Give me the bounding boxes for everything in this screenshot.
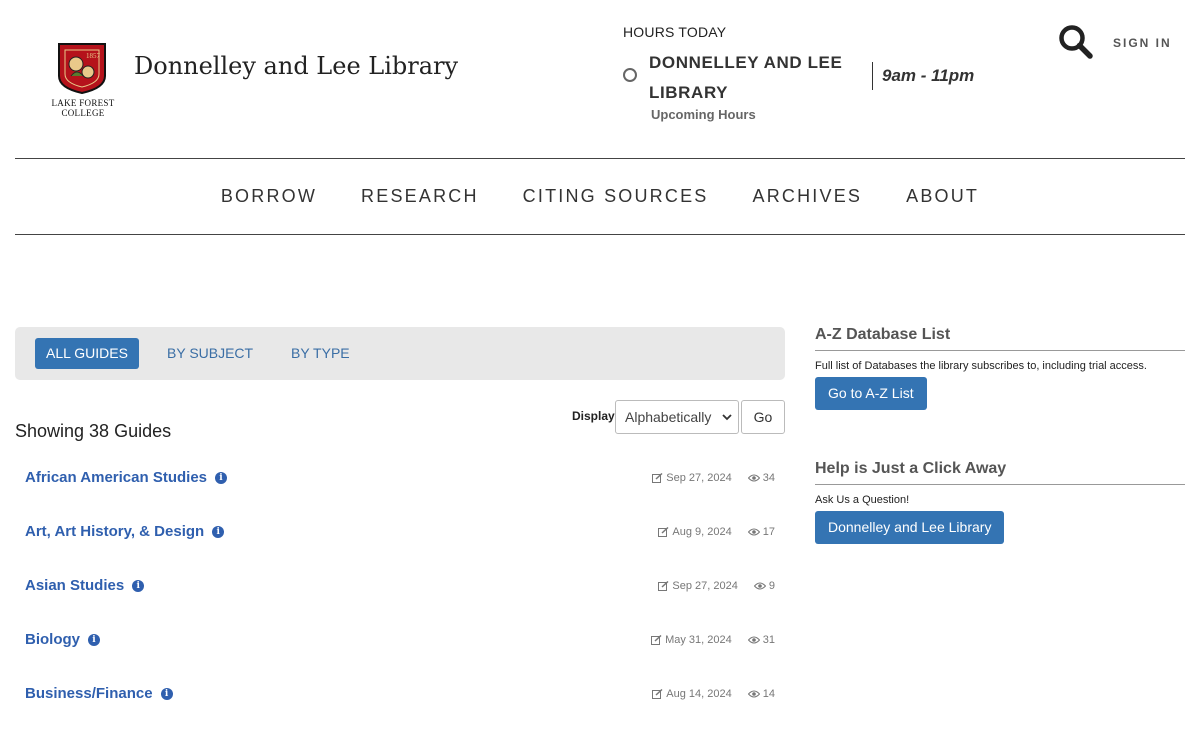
info-icon[interactable]: i bbox=[215, 472, 227, 485]
sign-in-link[interactable]: SIGN IN bbox=[1113, 36, 1172, 50]
svg-text:1857: 1857 bbox=[86, 52, 101, 60]
nav-item-citing-sources[interactable]: CITING SOURCES bbox=[523, 186, 709, 207]
search-icon bbox=[1059, 25, 1093, 59]
hours-location[interactable]: DONNELLEY AND LEE LIBRARY bbox=[649, 48, 859, 108]
list-item: Art, Art History, & Design i Aug 9, 2024 … bbox=[15, 523, 785, 553]
eye-icon bbox=[747, 474, 760, 482]
info-icon[interactable]: i bbox=[132, 580, 145, 593]
guide-meta: May 31, 2024 31 bbox=[651, 634, 775, 646]
guide-tabs: ALL GUIDES BY SUBJECT BY TYPE bbox=[15, 327, 785, 380]
az-description: Full list of Databases the library subsc… bbox=[815, 360, 1147, 372]
help-divider bbox=[815, 484, 1185, 485]
eye-icon bbox=[753, 582, 766, 590]
guide-meta: Aug 9, 2024 17 bbox=[658, 526, 775, 538]
info-icon[interactable]: i bbox=[88, 634, 100, 647]
display-select-value: Alphabetically bbox=[625, 409, 712, 425]
search-button[interactable] bbox=[1058, 24, 1094, 60]
list-item: Biology i May 31, 2024 31 bbox=[15, 631, 785, 661]
status-circle-icon bbox=[623, 68, 637, 82]
nav-item-about[interactable]: ABOUT bbox=[906, 186, 979, 207]
upcoming-hours-link[interactable]: Upcoming Hours bbox=[651, 107, 756, 122]
nav-item-borrow[interactable]: BORROW bbox=[221, 186, 317, 207]
edit-icon bbox=[652, 473, 663, 483]
tab-by-type[interactable]: BY TYPE bbox=[291, 338, 350, 369]
eye-icon bbox=[747, 690, 760, 698]
guide-link[interactable]: Asian Studies i bbox=[25, 577, 145, 594]
info-icon[interactable]: i bbox=[212, 526, 225, 539]
chevron-down-icon bbox=[722, 414, 732, 421]
go-button[interactable]: Go bbox=[741, 400, 785, 434]
guide-link[interactable]: Business/Finance i bbox=[25, 685, 173, 702]
guide-meta: Aug 14, 2024 14 bbox=[652, 688, 775, 700]
display-label: Display bbox=[572, 409, 615, 423]
guide-count: Showing 38 Guides bbox=[15, 421, 172, 441]
help-title: Help is Just a Click Away bbox=[815, 460, 1007, 477]
eye-icon bbox=[747, 528, 760, 536]
list-item: Asian Studies i Sep 27, 2024 9 bbox=[15, 577, 785, 607]
edit-icon bbox=[658, 527, 669, 537]
hours-time: 9am - 11pm bbox=[882, 66, 975, 85]
tab-by-subject[interactable]: BY SUBJECT bbox=[167, 338, 253, 369]
nav-item-research[interactable]: RESEARCH bbox=[361, 186, 479, 207]
nav-divider-bottom bbox=[15, 234, 1185, 235]
tab-all-guides[interactable]: ALL GUIDES bbox=[35, 338, 139, 369]
nav-item-archives[interactable]: ARCHIVES bbox=[753, 186, 863, 207]
list-item: African American Studies i Sep 27, 2024 3… bbox=[15, 469, 785, 499]
edit-icon bbox=[652, 689, 663, 699]
guide-meta: Sep 27, 2024 34 bbox=[652, 472, 775, 484]
hours-label: HOURS TODAY bbox=[623, 24, 727, 40]
az-divider bbox=[815, 350, 1185, 351]
guide-link[interactable]: African American Studies i bbox=[25, 469, 227, 486]
guide-link[interactable]: Art, Art History, & Design i bbox=[25, 523, 225, 540]
az-list-button[interactable]: Go to A-Z List bbox=[815, 377, 927, 410]
edit-icon bbox=[658, 581, 669, 591]
list-item: Business/Finance i Aug 14, 2024 14 bbox=[15, 685, 785, 715]
display-select[interactable]: Alphabetically bbox=[615, 400, 739, 434]
college-logo[interactable]: 1857 LAKE FOREST COLLEGE bbox=[48, 42, 118, 122]
guide-meta: Sep 27, 2024 9 bbox=[658, 580, 775, 592]
help-text: Ask Us a Question! bbox=[815, 494, 910, 506]
guide-link[interactable]: Biology i bbox=[25, 631, 100, 648]
site-title[interactable]: Donnelley and Lee Library bbox=[134, 52, 458, 80]
college-name: LAKE FOREST COLLEGE bbox=[51, 98, 115, 118]
hours-divider bbox=[872, 62, 873, 90]
ask-library-button[interactable]: Donnelley and Lee Library bbox=[815, 511, 1005, 544]
main-nav: BORROW RESEARCH CITING SOURCES ARCHIVES … bbox=[15, 159, 1185, 234]
az-database-title: A-Z Database List bbox=[815, 326, 951, 343]
shield-icon: 1857 bbox=[58, 43, 106, 94]
info-icon[interactable]: i bbox=[160, 688, 173, 701]
eye-icon bbox=[747, 636, 760, 644]
edit-icon bbox=[651, 635, 662, 645]
